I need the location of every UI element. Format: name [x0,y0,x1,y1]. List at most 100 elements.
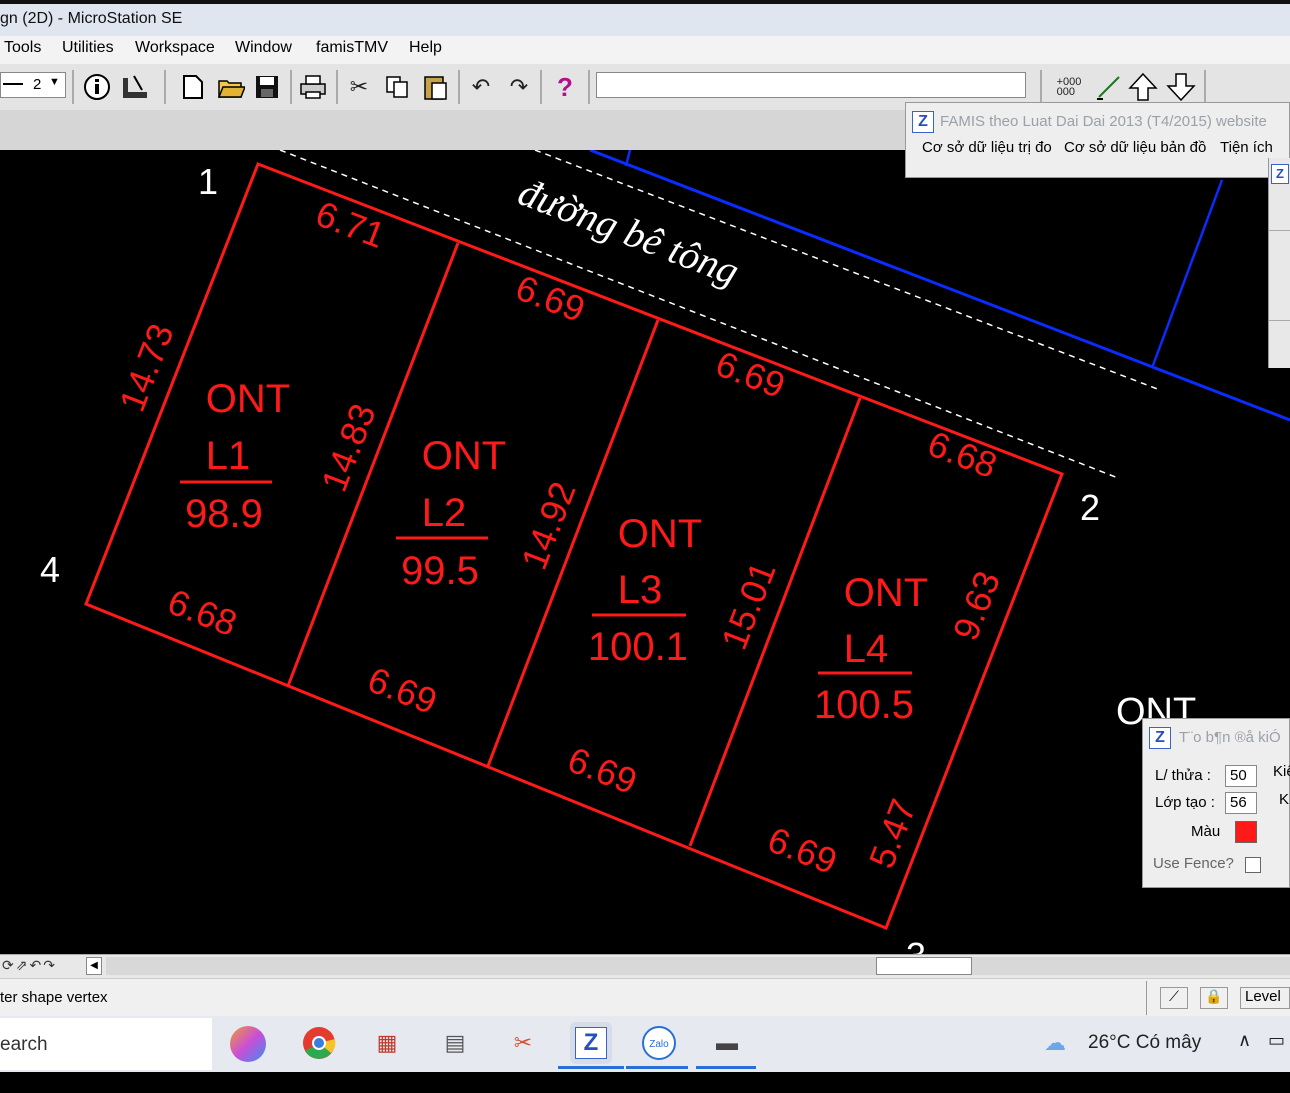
help-icon[interactable]: ? [550,72,580,102]
chrome-icon[interactable] [298,1022,340,1064]
copy-icon[interactable] [382,72,412,102]
drawing-canvas[interactable]: ONT L1 98.9 ONT L2 99.5 ONT L3 100.1 ONT… [0,150,1290,954]
famis-title: FAMIS theo Luat Dai Dai 2013 (T4/2015) w… [940,113,1267,130]
lot4-id: L4 [844,627,889,671]
famis-menu-ban-do[interactable]: Cơ sở dữ liệu bản đồ [1064,139,1206,156]
running-app-indicator [626,1066,688,1069]
taskbar-search-box[interactable]: earch [0,1018,212,1070]
edge-top-2: 6.69 [510,267,590,330]
calculator-icon[interactable]: ▤ [434,1022,476,1064]
road-blue-line [1150,179,1224,369]
open-folder-graphic [217,80,245,98]
arrow-up-icon[interactable] [1128,72,1158,102]
window-title: gn (2D) - MicroStation SE [0,10,183,27]
edge-side-6: 5.47 [861,793,924,873]
lt-thua-label: L/ thửa : [1155,767,1211,784]
key-in-field[interactable] [596,72,1026,98]
copy-graphic [386,76,408,98]
snipping-tool-icon[interactable]: ✂ [502,1022,544,1064]
save-graphic [256,76,278,98]
line-sample-icon [3,83,23,85]
lop-tao-field[interactable]: 56 [1225,792,1257,814]
line-weight-combo[interactable]: 2 ▼ [0,72,66,98]
famis-taskbar-icon[interactable]: Z [570,1022,612,1064]
screen-bottom-edge [0,1072,1290,1093]
tao-ban-do-panel: Z T¨o b¶n ®å kiÓ L/ thửa : 50 Kiể Lớp tạ… [1142,718,1290,888]
chevron-up-icon[interactable]: ∧ [1238,1030,1251,1051]
view-scrollbar: ⟳⇗↶↷ ◀ [0,954,1290,979]
menu-workspace[interactable]: Workspace [135,39,215,57]
new-file-icon[interactable] [178,72,208,102]
copilot-icon[interactable] [230,1026,266,1062]
print-icon[interactable] [298,72,328,102]
info-icon-graphic [84,74,110,100]
taskbar-search-text: earch [0,1034,48,1055]
toolbar-separator [290,70,292,104]
arrow-up-graphic [1128,72,1158,101]
famis-menu-tien-ich[interactable]: Tiện ích [1220,139,1273,156]
road-edge-dashed [279,150,1119,479]
corner-label-4: 4 [40,549,60,590]
scroll-thumb[interactable] [876,957,972,975]
paste-icon[interactable] [420,72,450,102]
cut-icon[interactable]: ✂ [344,72,374,102]
draw-line-icon[interactable] [1094,72,1124,102]
snap-icon[interactable]: ⟋ [1160,987,1188,1009]
toolbar-separator [1040,70,1042,104]
lot2-id: L2 [422,491,467,535]
lock-icon[interactable]: 🔒 [1200,987,1228,1009]
level-indicator[interactable]: Level [1240,987,1290,1009]
coordinate-icon[interactable]: +000 000 [1052,72,1086,102]
redo-icon[interactable]: ↷ [504,72,534,102]
line-weight-value: 2 [33,76,42,93]
menu-tools[interactable]: Tools [4,39,41,57]
scroll-left-icon[interactable]: ◀ [86,957,102,975]
new-file-graphic [183,75,203,99]
weather-text[interactable]: 26°C Có mây [1088,1032,1201,1054]
lot4-area: 100.5 [814,683,914,727]
famis-taskbar-glyph: Z [575,1027,607,1059]
edge-top-4: 6.68 [922,423,1002,486]
use-fence-checkbox[interactable] [1245,857,1261,873]
scroll-track[interactable] [106,957,1290,975]
view-control-icons[interactable]: ⟳⇗↶↷ [2,957,57,974]
menu-utilities[interactable]: Utilities [62,39,114,57]
mau-label: Màu [1191,823,1221,840]
edge-bottom-2: 6.69 [362,659,442,722]
microstation-taskbar-icon[interactable]: ▬ [706,1022,748,1064]
famis-menu-tri-do[interactable]: Cơ sở dữ liệu trị đo [922,139,1052,156]
panel-divider [1269,230,1290,231]
toolbar-separator [540,70,542,104]
lt-thua-field[interactable]: 50 [1225,765,1257,787]
corner-label-1: 1 [198,161,218,202]
save-icon[interactable] [252,72,282,102]
zalo-icon[interactable]: Zalo [638,1022,680,1064]
tao-app-icon: Z [1149,727,1171,749]
use-fence-label: Use Fence? [1153,855,1234,872]
toolbar-separator [458,70,460,104]
k-label: Ki [1279,791,1290,808]
menu-famistmv[interactable]: famisTMV [316,39,388,57]
edge-side-1: 14.73 [111,318,182,417]
measure-icon[interactable] [120,72,150,102]
menu-window[interactable]: Window [235,39,292,57]
open-folder-icon[interactable] [216,72,246,102]
svg-text:Zalo: Zalo [649,1039,669,1050]
app-grid-icon[interactable]: ▦ [366,1022,408,1064]
corner-labels: 1 2 3 4 [40,161,1100,954]
network-icon[interactable]: ▭ [1268,1030,1285,1051]
panel-app-icon: Z [1271,164,1289,184]
lot2-use: ONT [422,434,506,478]
lot1-use: ONT [206,377,290,421]
info-icon[interactable] [82,72,112,102]
chrome-graphic [303,1027,336,1059]
lot-divider [688,397,862,847]
status-prompt: ter shape vertex [0,989,108,1006]
mau-color-swatch[interactable] [1235,821,1257,843]
famis-app-icon: Z [912,111,934,133]
arrow-down-icon[interactable] [1166,72,1196,102]
menu-help[interactable]: Help [409,39,442,57]
undo-icon[interactable]: ↶ [466,72,496,102]
tao-title: T¨o b¶n ®å kiÓ [1179,729,1281,746]
side-panel-edge: Z [1268,158,1290,368]
